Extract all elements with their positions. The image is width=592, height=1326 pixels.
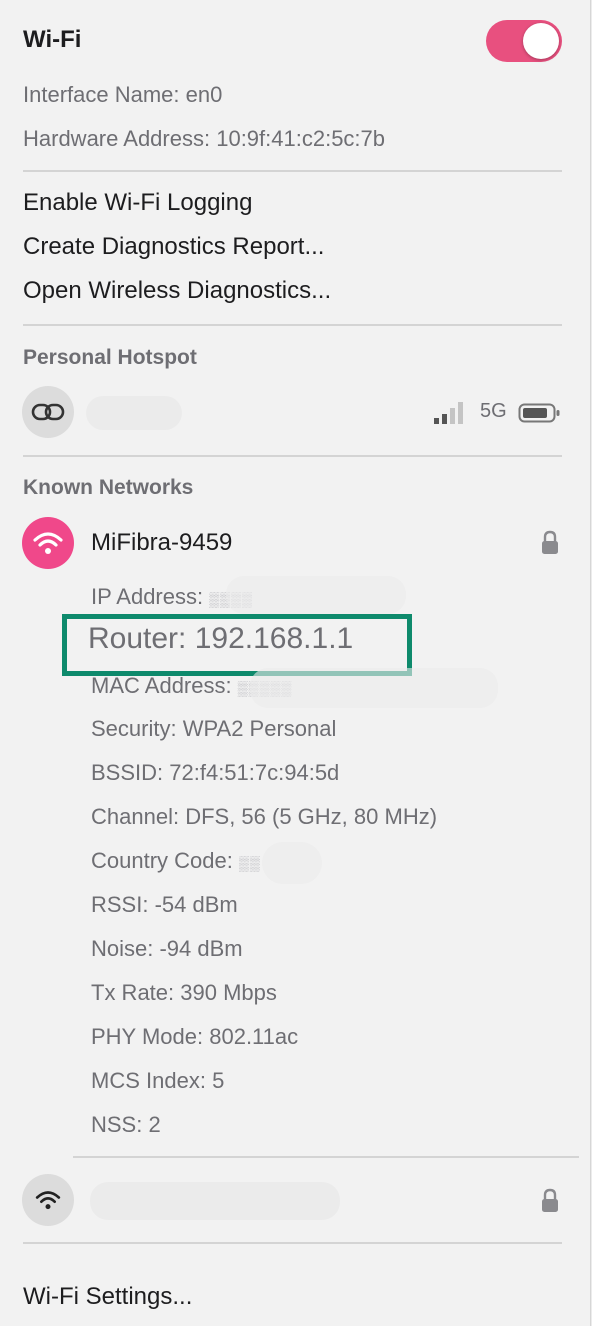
nss-label: NSS: (91, 1112, 143, 1137)
router-row: Router: 192.168.1.1 (88, 622, 353, 656)
divider (73, 1156, 579, 1158)
mac-address-label: MAC Address: (91, 673, 232, 698)
hotspot-device-name-obscured (86, 396, 182, 430)
ip-address-label: IP Address: (91, 584, 204, 609)
battery-icon (518, 402, 562, 429)
bssid-value: 72:f4:51:7c:94:5d (169, 760, 340, 785)
cellular-signal-icon (432, 402, 468, 431)
enable-logging-item[interactable]: Enable Wi-Fi Logging (23, 189, 252, 217)
channel-row: Channel: DFS, 56 (5 GHz, 80 MHz) (91, 804, 437, 830)
link-icon (22, 386, 74, 438)
hardware-address-label: Hardware Address: (23, 126, 211, 151)
other-network-row[interactable] (22, 1174, 562, 1226)
tx-rate-value: 390 Mbps (180, 980, 277, 1005)
phy-mode-row: PHY Mode: 802.11ac (91, 1024, 298, 1050)
mcs-index-value: 5 (212, 1068, 225, 1093)
security-value: WPA2 Personal (182, 716, 337, 741)
security-row: Security: WPA2 Personal (91, 716, 336, 742)
network-name: MiFibra-9459 (91, 529, 233, 556)
bssid-row: BSSID: 72:f4:51:7c:94:5d (91, 760, 339, 786)
mcs-index-row: MCS Index: 5 (91, 1068, 224, 1094)
noise-label: Noise: (91, 936, 154, 961)
hardware-address-row: Hardware Address: 10:9f:41:c2:5c:7b (23, 126, 385, 152)
wifi-menu-panel: Wi-Fi Interface Name: en0 Hardware Addre… (0, 0, 591, 1326)
hotspot-device-row[interactable]: 5G (22, 386, 562, 438)
nss-value: 2 (148, 1112, 161, 1137)
divider (23, 324, 562, 326)
divider (23, 1242, 562, 1244)
toggle-knob (523, 23, 559, 59)
network-name-obscured (90, 1182, 340, 1220)
divider (23, 170, 562, 172)
lock-icon (540, 1188, 560, 1219)
rssi-value: -54 dBm (154, 892, 238, 917)
wifi-icon (22, 1174, 74, 1226)
hardware-address-value: 10:9f:41:c2:5c:7b (216, 126, 386, 151)
country-obscure-patch (262, 842, 322, 884)
create-diagnostics-item[interactable]: Create Diagnostics Report... (23, 233, 324, 261)
wifi-icon (22, 517, 74, 569)
tx-rate-label: Tx Rate: (91, 980, 175, 1005)
interface-name-value: en0 (185, 82, 223, 107)
open-wireless-diagnostics-item[interactable]: Open Wireless Diagnostics... (23, 277, 331, 305)
country-code-row: Country Code: ▒▒ (91, 848, 261, 874)
lock-icon (540, 530, 560, 561)
country-code-value: ▒▒ (238, 855, 261, 871)
mac-obscure-patch (250, 668, 498, 708)
country-code-label: Country Code: (91, 848, 233, 873)
ip-obscure-patch (226, 576, 406, 614)
noise-row: Noise: -94 dBm (91, 936, 243, 962)
phy-mode-label: PHY Mode: (91, 1024, 204, 1049)
noise-value: -94 dBm (159, 936, 243, 961)
menu-title: Wi-Fi (23, 26, 82, 53)
known-network-row[interactable]: MiFibra-9459 (22, 517, 562, 569)
channel-value: DFS, 56 (5 GHz, 80 MHz) (185, 804, 438, 829)
network-type-label: 5G (480, 400, 507, 422)
wifi-toggle[interactable] (486, 20, 562, 62)
wifi-settings-item[interactable]: Wi-Fi Settings... (23, 1283, 192, 1311)
divider (23, 455, 562, 457)
interface-name-label: Interface Name: (23, 82, 180, 107)
personal-hotspot-heading: Personal Hotspot (23, 346, 197, 369)
rssi-label: RSSI: (91, 892, 149, 917)
rssi-row: RSSI: -54 dBm (91, 892, 238, 918)
channel-label: Channel: (91, 804, 180, 829)
nss-row: NSS: 2 (91, 1112, 161, 1138)
security-label: Security: (91, 716, 177, 741)
known-networks-heading: Known Networks (23, 476, 194, 499)
mcs-index-label: MCS Index: (91, 1068, 206, 1093)
interface-name-row: Interface Name: en0 (23, 82, 222, 108)
router-label: Router: (88, 622, 187, 655)
phy-mode-value: 802.11ac (209, 1024, 299, 1049)
router-value: 192.168.1.1 (194, 622, 354, 655)
bssid-label: BSSID: (91, 760, 164, 785)
tx-rate-row: Tx Rate: 390 Mbps (91, 980, 277, 1006)
